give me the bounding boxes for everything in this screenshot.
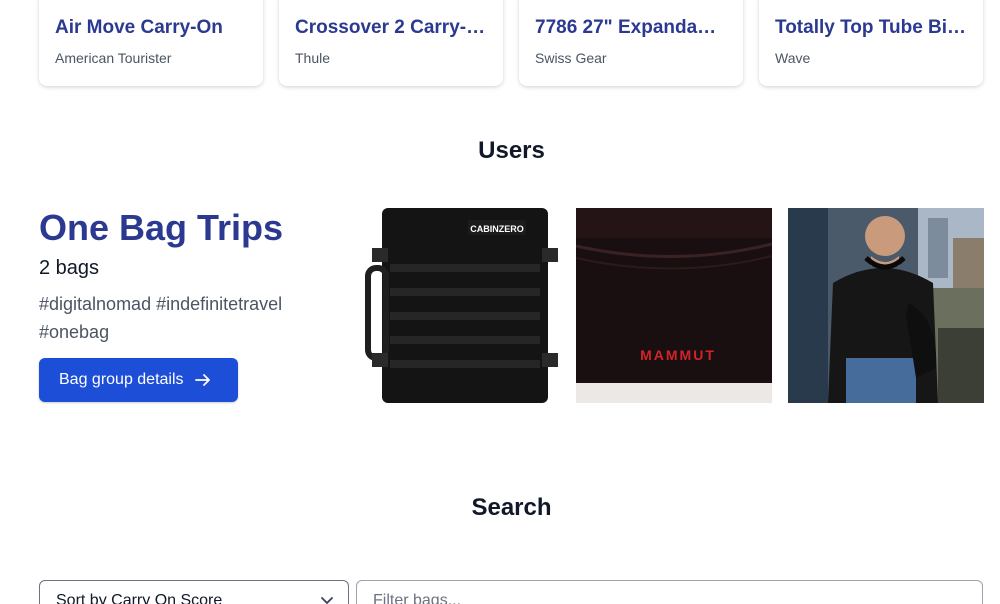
users-heading: Users [478,137,545,164]
bag-logo-text: MAMMUT [640,347,716,363]
product-brand: Swiss Gear [535,50,607,66]
filter-bags-placeholder: Filter bags... [373,592,462,604]
product-brand: American Tourister [55,50,172,66]
product-title[interactable]: Totally Top Tube Bi… [775,16,967,40]
chevron-down-icon [320,593,334,604]
sort-select[interactable]: Sort by Carry On Score [39,580,349,604]
filter-bags-input[interactable]: Filter bags... [356,580,983,604]
product-card-row: Air Move Carry-On American Tourister Cro… [39,0,983,86]
product-title[interactable]: Air Move Carry-On [55,16,247,40]
product-card[interactable]: Crossover 2 Carry-… Thule [279,0,503,86]
product-brand: Wave [775,50,811,66]
user-photo[interactable] [788,208,984,403]
bag-logo-text: CABINZERO [470,224,524,234]
bag-image-mammut[interactable]: MAMMUT [576,208,772,403]
product-card[interactable]: 7786 27" Expandab… Swiss Gear [519,0,743,86]
search-heading: Search [471,494,552,521]
product-card[interactable]: Totally Top Tube Bi… Wave [759,0,983,86]
bag-group-tags: #digitalnomad #indefinitetravel #onebag [39,294,283,342]
product-brand: Thule [295,50,331,66]
bag-group-count: 2 bags [39,257,100,279]
bag-group-title[interactable]: One Bag Trips [39,206,283,250]
bag-group-details-label: Bag group details [59,371,184,388]
product-title[interactable]: 7786 27" Expandab… [535,16,727,40]
sort-select-value: Sort by Carry On Score [56,592,223,604]
bag-image-cabinzero[interactable]: CABINZERO [364,208,560,403]
bag-group-details-button[interactable]: Bag group details [39,358,238,402]
product-card[interactable]: Air Move Carry-On American Tourister [39,0,263,86]
arrow-right-icon [194,371,212,389]
product-title[interactable]: Crossover 2 Carry-… [295,16,487,40]
